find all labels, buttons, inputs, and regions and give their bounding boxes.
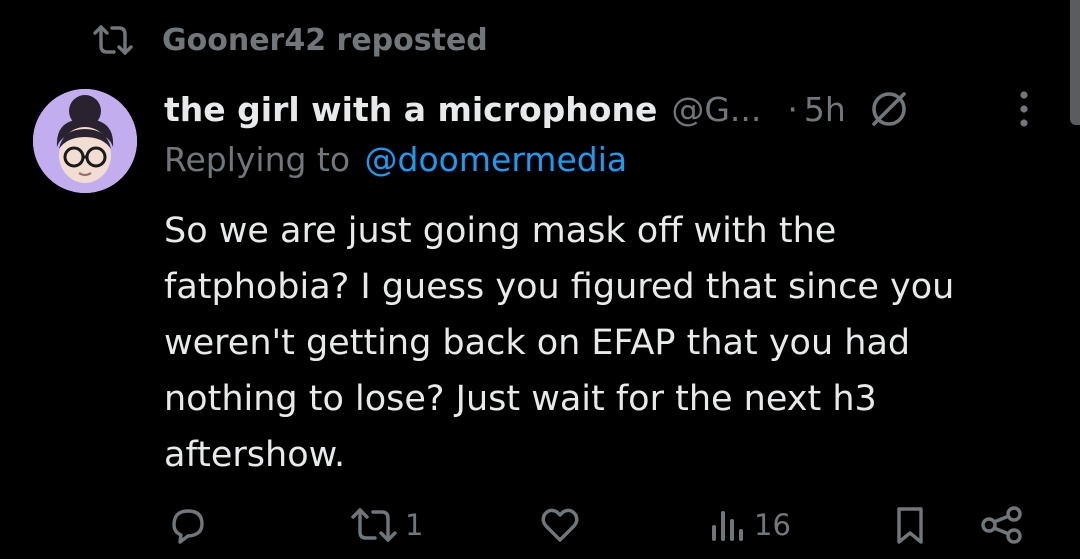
more-options-icon[interactable] [1018,88,1030,130]
retweet-button[interactable]: 1 [349,500,423,550]
avatar-image [33,89,137,193]
bookmark-button[interactable] [893,500,927,550]
repost-text: Gooner42 reposted [162,22,488,58]
separator-dot: · [787,89,798,129]
tweet-text-line: So we are just going mask off with the [164,211,837,251]
reply-button[interactable] [166,500,208,550]
action-bar: 1 16 [0,500,1080,550]
timestamp[interactable]: 5h [804,90,846,129]
views-button[interactable]: 16 [708,500,791,550]
repost-icon [93,25,133,55]
views-icon [712,511,743,541]
replying-prefix: Replying to [164,140,351,179]
user-handle[interactable]: @G... [671,90,761,129]
tweet-text-line: fatphobia? I guess you figured that sinc… [164,267,955,307]
display-name[interactable]: the girl with a microphone [164,90,657,129]
tweet-text: So we are just going mask off with the f… [164,203,1044,483]
tweet-header: the girl with a microphone @G... · 5h [164,80,1044,138]
repost-indicator[interactable]: Gooner42 reposted [92,18,488,62]
scrollbar[interactable] [1070,0,1080,125]
bookmark-icon [897,507,923,544]
tweet-text-line: nothing to lose? Just wait for the next … [164,379,877,419]
reply-icon [172,509,204,544]
retweet-count: 1 [405,508,424,542]
replying-to: Replying to @doomermedia [164,140,627,179]
tweet-text-line: weren't getting back on EFAP that you ha… [164,323,911,363]
views-count: 16 [754,508,791,542]
heart-icon [541,508,579,542]
retweet-icon [351,508,397,542]
tweet-text-line: aftershow. [164,435,346,475]
share-button[interactable] [980,500,1024,550]
like-button[interactable] [539,500,581,550]
share-icon [981,506,1022,544]
avatar[interactable] [33,89,137,193]
mention-link[interactable]: @doomermedia [365,140,628,179]
no-sign-icon [871,92,906,126]
